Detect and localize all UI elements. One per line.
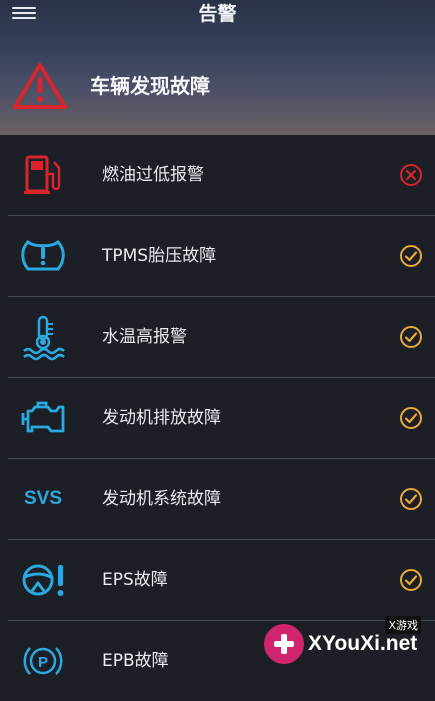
item-label: EPB故障 [102, 651, 169, 671]
list-item[interactable]: SVS 发动机系统故障 [8, 458, 435, 539]
fuel-icon [24, 155, 61, 194]
header: 告警 车辆发现故障 [0, 0, 435, 135]
alert-message: 车辆发现故障 [90, 74, 210, 98]
gamepad-logo-icon [264, 624, 304, 664]
parking-brake-icon: P [23, 647, 63, 675]
check-icon [400, 569, 422, 591]
check-icon [400, 407, 422, 429]
error-icon [400, 164, 422, 186]
warning-triangle-icon [13, 63, 67, 109]
page-title: 告警 [198, 3, 237, 25]
list-item[interactable]: EPS故障 [8, 539, 435, 620]
item-label: 发动机排放故障 [102, 408, 221, 428]
warning-list: 燃油过低报警 TPMS胎压故障 水温高报警 发动机排放故障 SVS 发动机系统故… [0, 135, 435, 701]
item-label: 燃油过低报警 [102, 165, 204, 185]
item-label: 水温高报警 [102, 327, 187, 347]
item-label: TPMS胎压故障 [102, 246, 217, 266]
check-icon [400, 326, 422, 348]
check-icon [400, 488, 422, 510]
steering-warning-icon [22, 564, 64, 596]
list-item[interactable]: 水温高报警 [8, 296, 435, 377]
list-item[interactable]: 燃油过低报警 [0, 135, 435, 215]
engine-icon [21, 401, 65, 433]
item-label: 发动机系统故障 [102, 489, 221, 509]
item-label: EPS故障 [102, 570, 168, 590]
svs-icon: SVS [18, 474, 68, 524]
watermark-text: XYouXi.net [308, 632, 418, 655]
svs-icon-text: SVS [23, 488, 63, 509]
list-item[interactable]: TPMS胎压故障 [8, 215, 435, 296]
tire-pressure-icon [21, 240, 65, 271]
watermark: XYouXi.net X游戏 [262, 616, 427, 668]
check-icon [400, 245, 422, 267]
coolant-temperature-icon [23, 315, 65, 361]
watermark-tag: X游戏 [385, 616, 421, 634]
svg-text:P: P [38, 654, 48, 671]
list-item[interactable]: 发动机排放故障 [8, 377, 435, 458]
